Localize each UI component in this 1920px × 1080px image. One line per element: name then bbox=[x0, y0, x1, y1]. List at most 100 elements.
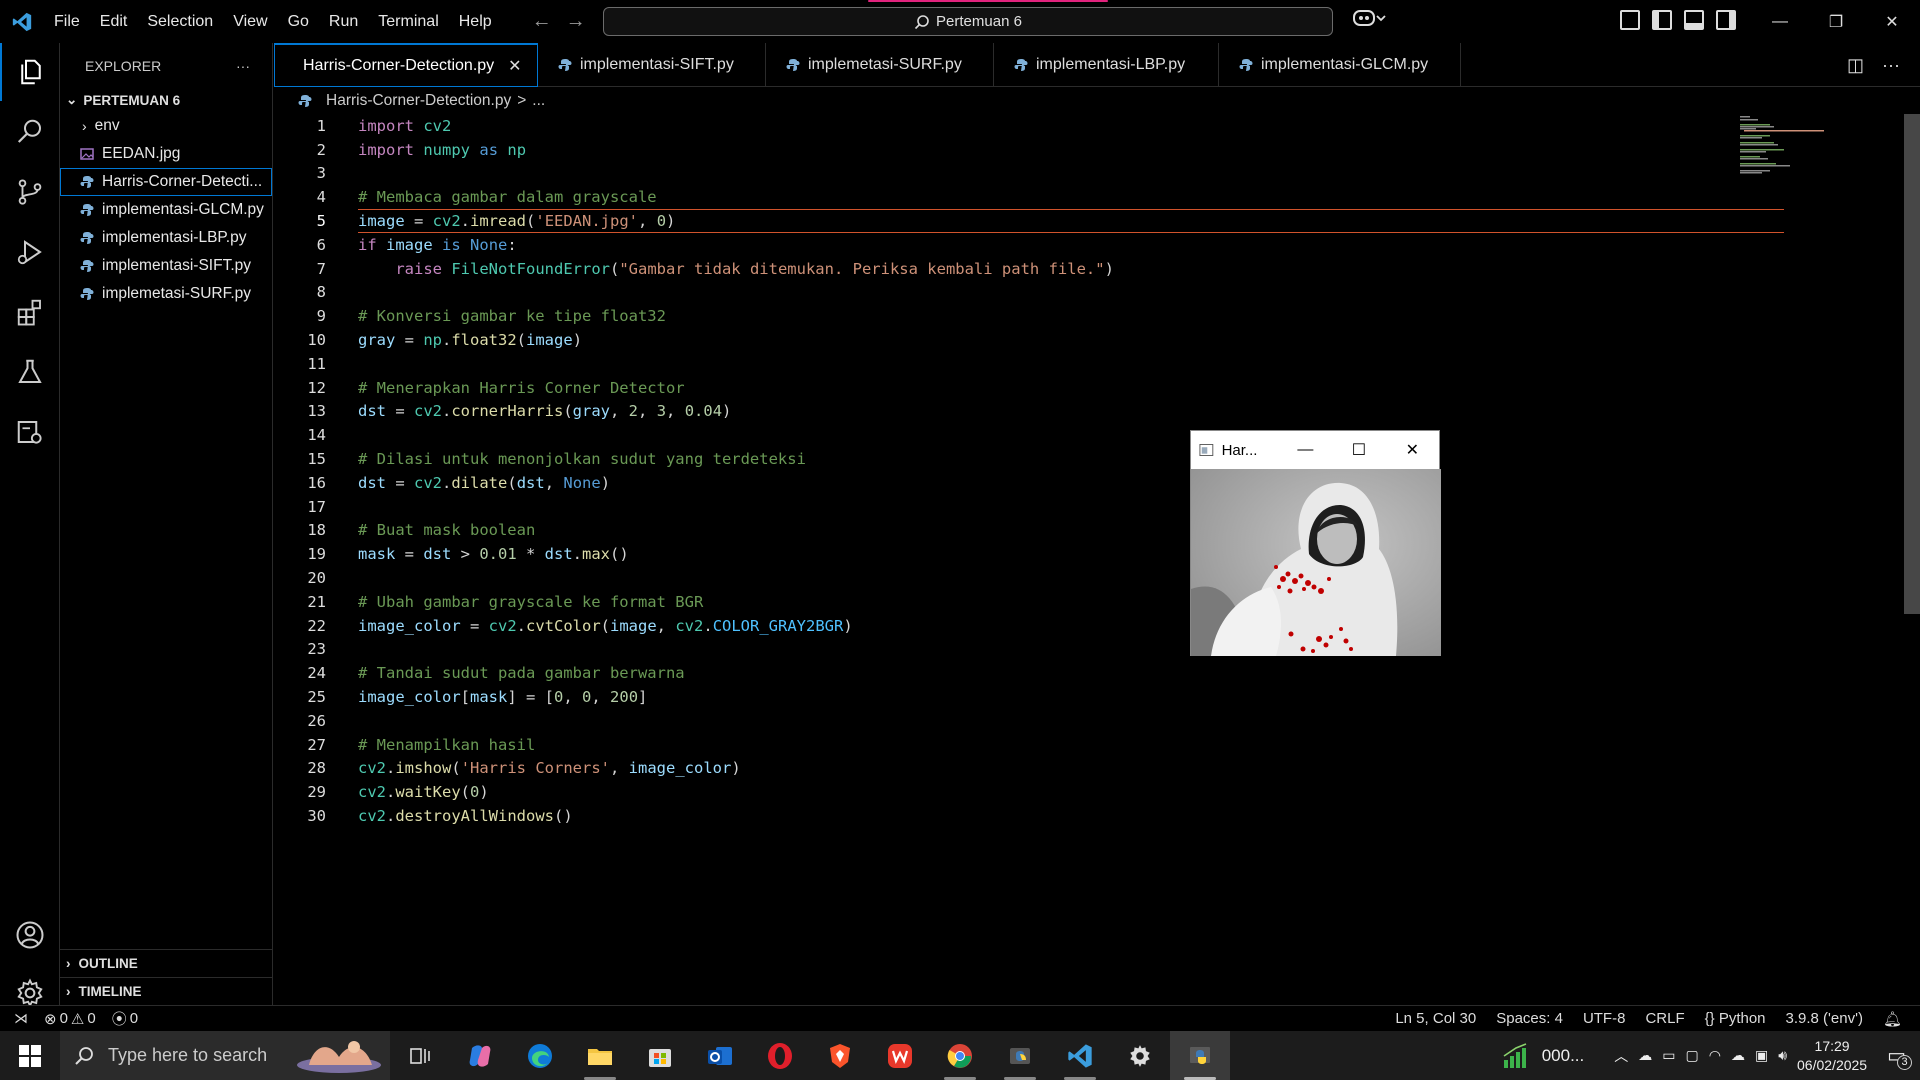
code-line[interactable]: 26 bbox=[274, 709, 1784, 733]
code-line[interactable]: 23 bbox=[274, 638, 1784, 662]
close-icon[interactable]: ✕ bbox=[1386, 440, 1439, 460]
cloud-sync-icon[interactable]: ☁ bbox=[1731, 1047, 1745, 1064]
code-line[interactable]: 24 # Tandai sudut pada gambar berwarna bbox=[274, 661, 1784, 685]
toggle-panel-icon[interactable] bbox=[1684, 10, 1704, 30]
cursor-position[interactable]: Ln 5, Col 30 bbox=[1395, 1010, 1476, 1027]
explorer-more-actions[interactable]: ··· bbox=[236, 58, 250, 74]
code-line[interactable]: 9 # Konversi gambar ke tipe float32 bbox=[274, 304, 1784, 328]
end-of-line[interactable]: CRLF bbox=[1645, 1010, 1684, 1027]
tab-surf[interactable]: implemetasi-SURF.py bbox=[766, 43, 994, 87]
code-line[interactable]: 30 cv2.destroyAllWindows() bbox=[274, 804, 1784, 828]
notifications-bell-icon[interactable]: 🔔︎ bbox=[1883, 1010, 1902, 1028]
menu-terminal[interactable]: Terminal bbox=[368, 0, 448, 43]
back-arrow-icon[interactable]: ← bbox=[532, 10, 552, 33]
tree-item-eedan-jpg[interactable]: EEDAN.jpg bbox=[60, 140, 272, 168]
more-actions-icon[interactable]: ··· bbox=[1882, 55, 1900, 76]
code-line[interactable]: 18 # Buat mask boolean bbox=[274, 519, 1784, 543]
stock-chart-icon[interactable] bbox=[1502, 1042, 1532, 1070]
python-window-icon[interactable] bbox=[1170, 1031, 1230, 1080]
code-editor[interactable]: 1 import cv2 2 import numpy as np 3 4 # Membac… bbox=[274, 114, 1920, 1005]
python-idle-icon[interactable] bbox=[990, 1031, 1050, 1080]
menu-edit[interactable]: Edit bbox=[90, 0, 138, 43]
opencv-image-window[interactable]: Har... — ☐ ✕ bbox=[1190, 430, 1441, 656]
ports-indicator[interactable]: ⦿ 0 bbox=[112, 1008, 138, 1029]
code-line[interactable]: 1 import cv2 bbox=[274, 114, 1784, 138]
code-line[interactable]: 17 bbox=[274, 495, 1784, 519]
encoding[interactable]: UTF-8 bbox=[1583, 1010, 1626, 1027]
volume-icon[interactable]: 🔊︎ bbox=[1778, 1047, 1787, 1064]
windows-start-icon[interactable] bbox=[0, 1031, 60, 1080]
folder-header[interactable]: ⌄ PERTEMUAN 6 bbox=[60, 88, 272, 112]
problems-indicator[interactable]: ⊗ 0 ⚠ 0 bbox=[44, 1010, 96, 1028]
tab-sift[interactable]: implementasi-SIFT.py bbox=[538, 43, 766, 87]
command-center-search[interactable]: Pertemuan 6 bbox=[603, 7, 1333, 36]
menu-go[interactable]: Go bbox=[278, 0, 319, 43]
notification-center-icon[interactable]: ▭ 3 bbox=[1887, 1043, 1912, 1070]
taskbar-search-box[interactable]: Type here to search bbox=[60, 1031, 390, 1080]
edge-browser-icon[interactable] bbox=[510, 1031, 570, 1080]
breadcrumb-symbol[interactable]: ... bbox=[532, 92, 545, 110]
window-minimize-icon[interactable]: — bbox=[1752, 0, 1808, 43]
code-line[interactable]: 22 image_color = cv2.cvtColor(image, cv2.… bbox=[274, 614, 1784, 638]
settings-taskbar-icon[interactable] bbox=[1110, 1031, 1170, 1080]
indentation[interactable]: Spaces: 4 bbox=[1496, 1010, 1563, 1027]
toggle-secondary-sidebar-icon[interactable] bbox=[1716, 10, 1736, 30]
opera-browser-icon[interactable] bbox=[750, 1031, 810, 1080]
tree-item-surf[interactable]: implemetasi-SURF.py bbox=[60, 280, 272, 308]
code-line[interactable]: 7 raise FileNotFoundError("Gambar tidak … bbox=[274, 257, 1784, 281]
menu-help[interactable]: Help bbox=[449, 0, 502, 43]
code-line[interactable]: 19 mask = dst > 0.01 * dst.max() bbox=[274, 542, 1784, 566]
forward-arrow-icon[interactable]: → bbox=[566, 10, 586, 33]
python-interpreter[interactable]: 3.9.8 ('env') bbox=[1786, 1010, 1863, 1027]
show-hidden-icons-icon[interactable]: ︿ bbox=[1614, 1046, 1628, 1066]
widget-value[interactable]: 000... bbox=[1542, 1046, 1585, 1066]
brave-browser-icon[interactable] bbox=[810, 1031, 870, 1080]
outline-section[interactable]: › OUTLINE bbox=[60, 949, 273, 976]
toggle-sidebar-icon[interactable] bbox=[1652, 10, 1672, 30]
copilot-app-icon[interactable] bbox=[450, 1031, 510, 1080]
search-icon[interactable] bbox=[0, 103, 60, 161]
code-line[interactable]: 2 import numpy as np bbox=[274, 138, 1784, 162]
minimap[interactable] bbox=[1740, 114, 1830, 174]
task-view-icon[interactable] bbox=[390, 1031, 450, 1080]
file-explorer-icon[interactable] bbox=[570, 1031, 630, 1080]
code-line[interactable]: 14 bbox=[274, 423, 1784, 447]
code-line[interactable]: 29 cv2.waitKey(0) bbox=[274, 780, 1784, 804]
code-line[interactable]: 13 dst = cv2.cornerHarris(gray, 2, 3, 0.0… bbox=[274, 400, 1784, 424]
tab-harris[interactable]: Harris-Corner-Detection.py ✕ bbox=[274, 43, 538, 87]
menu-file[interactable]: File bbox=[44, 0, 90, 43]
menu-view[interactable]: View bbox=[223, 0, 277, 43]
code-line[interactable]: 4 # Membaca gambar dalam grayscale bbox=[274, 185, 1784, 209]
customize-layout-icon[interactable] bbox=[1620, 10, 1640, 30]
code-line[interactable]: 28 cv2.imshow('Harris Corners', image_col… bbox=[274, 757, 1784, 781]
timeline-section[interactable]: › TIMELINE bbox=[60, 977, 273, 1004]
code-line[interactable]: 20 bbox=[274, 566, 1784, 590]
meet-now-icon[interactable]: ▢ bbox=[1686, 1047, 1699, 1064]
tree-item-env[interactable]: › env bbox=[60, 112, 272, 140]
minimize-icon[interactable]: — bbox=[1279, 441, 1332, 459]
source-control-icon[interactable] bbox=[0, 163, 60, 221]
outlook-icon[interactable] bbox=[690, 1031, 750, 1080]
battery-icon[interactable]: ▭ bbox=[1662, 1047, 1675, 1064]
code-line[interactable]: 6 if image is None: bbox=[274, 233, 1784, 257]
onedrive-icon[interactable]: ☁ bbox=[1638, 1047, 1652, 1064]
tree-item-harris[interactable]: Harris-Corner-Detecti... bbox=[60, 168, 272, 196]
explorer-icon[interactable] bbox=[0, 43, 60, 101]
code-line[interactable]: 10 gray = np.float32(image) bbox=[274, 328, 1784, 352]
tree-item-lbp[interactable]: implementasi-LBP.py bbox=[60, 224, 272, 252]
editor-scrollbar[interactable] bbox=[1904, 114, 1920, 614]
code-line[interactable]: 12 # Menerapkan Harris Corner Detector bbox=[274, 376, 1784, 400]
menu-run[interactable]: Run bbox=[319, 0, 368, 43]
tab-close-icon[interactable]: ✕ bbox=[508, 56, 521, 76]
account-icon[interactable] bbox=[0, 906, 60, 964]
code-line[interactable]: 11 bbox=[274, 352, 1784, 376]
testing-flask-icon[interactable] bbox=[0, 343, 60, 401]
display-icon[interactable]: ▣ bbox=[1755, 1047, 1768, 1064]
code-line[interactable]: 21 # Ubah gambar grayscale ke format BGR bbox=[274, 590, 1784, 614]
window-close-icon[interactable]: ✕ bbox=[1864, 0, 1920, 43]
microsoft-store-icon[interactable] bbox=[630, 1031, 690, 1080]
code-line[interactable]: 15 # Dilasi untuk menonjolkan sudut yang … bbox=[274, 447, 1784, 471]
tab-lbp[interactable]: implementasi-LBP.py bbox=[994, 43, 1219, 87]
copilot-icon[interactable] bbox=[1352, 8, 1386, 33]
remote-indicator-icon[interactable]: ⋊ bbox=[14, 1010, 28, 1027]
